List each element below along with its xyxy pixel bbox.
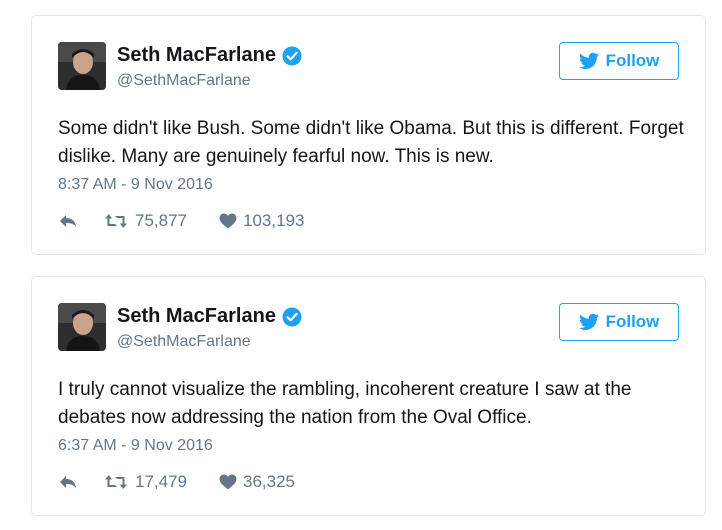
twitter-bird-icon xyxy=(578,52,599,69)
reply-icon xyxy=(60,215,76,227)
tweet-actions: 75,877 103,193 xyxy=(58,209,304,233)
user-name[interactable]: Seth MacFarlane xyxy=(117,44,302,67)
like-button[interactable]: 36,325 xyxy=(219,472,295,492)
page: Seth MacFarlane @SethMacFarlane Follow S… xyxy=(0,0,722,530)
user-name[interactable]: Seth MacFarlane xyxy=(117,305,302,328)
retweet-button[interactable]: 17,479 xyxy=(104,472,219,492)
like-count: 36,325 xyxy=(243,472,295,491)
user-handle[interactable]: @SethMacFarlane xyxy=(117,72,251,90)
tweet-timestamp[interactable]: 6:37 AM - 9 Nov 2016 xyxy=(58,437,213,455)
retweet-icon xyxy=(105,214,127,228)
tweet-card[interactable]: Seth MacFarlane @SethMacFarlane Follow I… xyxy=(31,276,706,516)
verified-badge-icon xyxy=(282,307,302,327)
follow-button[interactable]: Follow xyxy=(559,303,679,341)
retweet-count: 75,877 xyxy=(135,211,187,230)
follow-label: Follow xyxy=(605,312,660,331)
user-handle[interactable]: @SethMacFarlane xyxy=(117,333,251,351)
like-count: 103,193 xyxy=(243,211,305,230)
user-name-text[interactable]: Seth MacFarlane xyxy=(117,44,276,67)
retweet-icon xyxy=(105,475,127,489)
avatar[interactable] xyxy=(58,303,106,351)
reply-icon xyxy=(60,476,76,488)
tweet-actions: 17,479 36,325 xyxy=(58,470,295,494)
follow-button[interactable]: Follow xyxy=(559,42,679,80)
avatar[interactable] xyxy=(58,42,106,90)
retweet-button[interactable]: 75,877 xyxy=(104,211,219,231)
follow-label: Follow xyxy=(605,51,660,70)
user-name-text[interactable]: Seth MacFarlane xyxy=(117,305,276,328)
twitter-bird-icon xyxy=(578,313,599,330)
like-button[interactable]: 103,193 xyxy=(219,211,304,231)
reply-button[interactable] xyxy=(58,474,104,490)
tweet-timestamp[interactable]: 8:37 AM - 9 Nov 2016 xyxy=(58,176,213,194)
heart-icon xyxy=(219,474,237,490)
tweet-card[interactable]: Seth MacFarlane @SethMacFarlane Follow S… xyxy=(31,15,706,255)
reply-button[interactable] xyxy=(58,213,104,229)
verified-badge-icon xyxy=(282,46,302,66)
heart-icon xyxy=(219,213,237,229)
retweet-count: 17,479 xyxy=(135,472,187,491)
tweet-text: Some didn't like Bush. Some didn't like … xyxy=(58,118,684,167)
tweet-text: I truly cannot visualize the rambling, i… xyxy=(58,379,632,428)
